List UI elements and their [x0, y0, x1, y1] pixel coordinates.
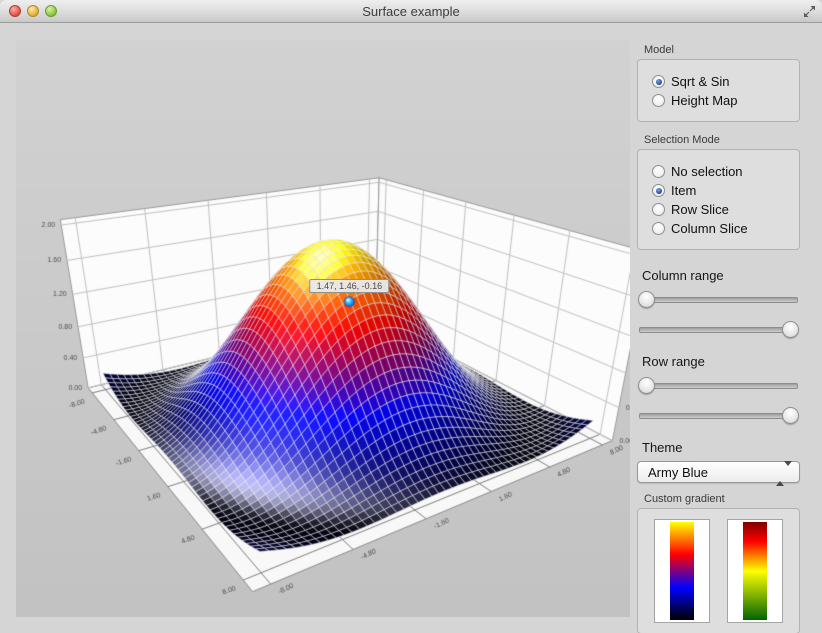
slider-knob[interactable]: [638, 377, 655, 394]
radio-label[interactable]: Column Slice: [671, 221, 748, 236]
custom-gradient-groupbox: [637, 508, 800, 633]
radio-label[interactable]: Item: [671, 183, 696, 198]
slider-track[interactable]: [639, 297, 798, 303]
gradient-button-black-blue-red-yellow[interactable]: [654, 519, 710, 623]
theme-label: Theme: [642, 440, 800, 455]
radio-icon[interactable]: [652, 94, 665, 107]
plot-area: 1.47, 1.46, -0.16: [16, 40, 630, 617]
radio-icon[interactable]: [652, 203, 665, 216]
radio-column-slice[interactable]: Column Slice: [652, 219, 791, 238]
theme-select[interactable]: Army Blue: [637, 461, 800, 483]
radio-height-map[interactable]: Height Map: [652, 91, 791, 110]
slider-knob[interactable]: [782, 321, 799, 338]
radio-label[interactable]: Sqrt & Sin: [671, 74, 730, 89]
control-panel: Model Sqrt & Sin Height Map Selection Mo…: [637, 40, 800, 633]
radio-item[interactable]: Item: [652, 181, 791, 200]
selection-mode-group-title: Selection Mode: [644, 134, 800, 146]
radio-label[interactable]: Height Map: [671, 93, 737, 108]
selection-mode-groupbox: No selection Item Row Slice Column Slice: [637, 149, 800, 250]
radio-sqrt-sin[interactable]: Sqrt & Sin: [652, 72, 791, 91]
column-range-max-slider[interactable]: [639, 321, 798, 338]
radio-no-selection[interactable]: No selection: [652, 162, 791, 181]
gradient-swatch: [743, 522, 767, 620]
custom-gradient-group-title: Custom gradient: [644, 493, 800, 505]
row-range-max-slider[interactable]: [639, 407, 798, 424]
selection-label: 1.47, 1.46, -0.16: [310, 279, 390, 293]
model-group-title: Model: [644, 44, 800, 56]
fullscreen-icon[interactable]: [803, 5, 816, 18]
surface-plot-canvas[interactable]: [16, 40, 630, 617]
row-range-label: Row range: [642, 354, 800, 369]
radio-icon[interactable]: [652, 222, 665, 235]
row-range-min-slider[interactable]: [639, 377, 798, 394]
window-title: Surface example: [0, 4, 822, 19]
model-groupbox: Sqrt & Sin Height Map: [637, 59, 800, 122]
title-bar: Surface example: [0, 0, 822, 23]
slider-knob[interactable]: [638, 291, 655, 308]
radio-icon[interactable]: [652, 184, 665, 197]
radio-row-slice[interactable]: Row Slice: [652, 200, 791, 219]
column-range-label: Column range: [642, 268, 800, 283]
combo-stepper-icon[interactable]: [776, 466, 792, 481]
gradient-button-green-yellow-red[interactable]: [727, 519, 783, 623]
app-window: Surface example 1.47, 1.46, -0.16 Model …: [0, 0, 822, 633]
radio-icon[interactable]: [652, 165, 665, 178]
column-range-min-slider[interactable]: [639, 291, 798, 308]
theme-selected-value: Army Blue: [648, 465, 708, 480]
slider-knob[interactable]: [782, 407, 799, 424]
gradient-swatch: [670, 522, 694, 620]
radio-label[interactable]: No selection: [671, 164, 743, 179]
slider-track[interactable]: [639, 413, 798, 419]
radio-icon[interactable]: [652, 75, 665, 88]
slider-track[interactable]: [639, 383, 798, 389]
radio-label[interactable]: Row Slice: [671, 202, 729, 217]
slider-track[interactable]: [639, 327, 798, 333]
